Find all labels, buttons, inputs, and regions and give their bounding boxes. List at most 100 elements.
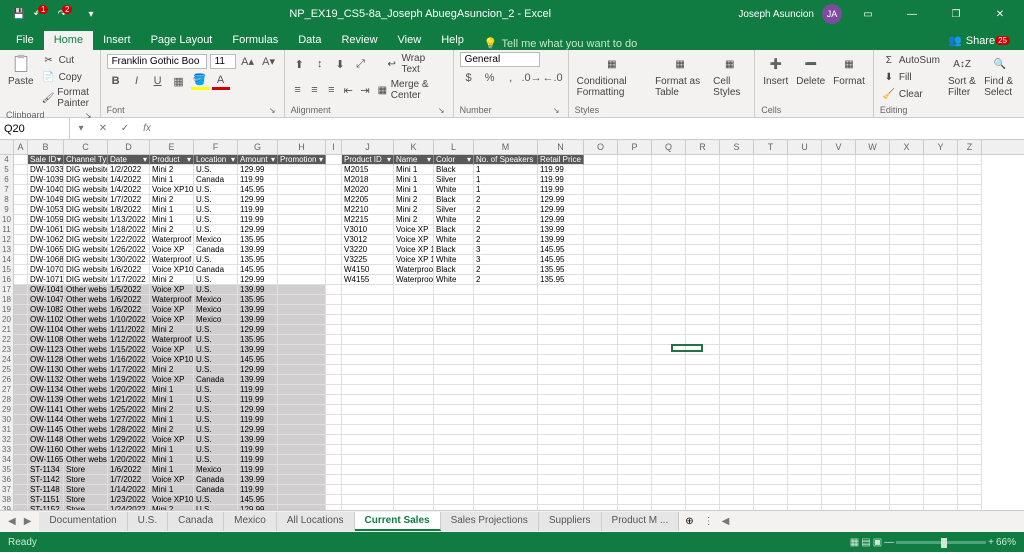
tab-review[interactable]: Review — [331, 31, 387, 50]
cell[interactable] — [474, 405, 538, 415]
cell[interactable] — [434, 465, 474, 475]
row-header[interactable]: 24 — [0, 355, 14, 365]
cell[interactable] — [958, 365, 982, 375]
align-right-icon[interactable]: ≡ — [324, 81, 338, 99]
cell[interactable]: Voice XP — [150, 245, 194, 255]
cell[interactable] — [924, 225, 958, 235]
cell[interactable] — [474, 385, 538, 395]
cell[interactable] — [720, 475, 754, 485]
cell[interactable]: 1/24/2022 — [108, 505, 150, 510]
cell[interactable] — [924, 345, 958, 355]
cell[interactable] — [14, 415, 28, 425]
cell[interactable] — [538, 295, 584, 305]
cell[interactable]: 135.95 — [238, 235, 278, 245]
cell[interactable] — [342, 355, 394, 365]
cell[interactable] — [14, 365, 28, 375]
tab-scroll-hint-icon[interactable]: ◀ — [718, 514, 734, 529]
cell[interactable] — [14, 425, 28, 435]
cell[interactable] — [618, 395, 652, 405]
cell[interactable] — [434, 335, 474, 345]
cell[interactable] — [924, 465, 958, 475]
cell[interactable] — [686, 205, 720, 215]
cell[interactable] — [754, 265, 788, 275]
cell[interactable] — [890, 215, 924, 225]
cell[interactable]: U.S. — [194, 225, 238, 235]
cell[interactable] — [394, 445, 434, 455]
cell[interactable] — [652, 265, 686, 275]
row-header[interactable]: 17 — [0, 285, 14, 295]
cell[interactable] — [342, 415, 394, 425]
cell[interactable]: Silver — [434, 175, 474, 185]
cell[interactable]: DIG website — [64, 175, 108, 185]
cell[interactable] — [278, 295, 326, 305]
cell[interactable]: Voice XP10 — [150, 495, 194, 505]
cell[interactable] — [618, 165, 652, 175]
cell[interactable]: 119.99 — [538, 165, 584, 175]
cell[interactable] — [720, 245, 754, 255]
cell[interactable] — [326, 345, 342, 355]
cell[interactable] — [326, 435, 342, 445]
cell[interactable] — [618, 295, 652, 305]
cell[interactable] — [958, 375, 982, 385]
cell[interactable] — [278, 255, 326, 265]
qat-dropdown-icon[interactable]: ▾ — [80, 3, 102, 25]
cell[interactable] — [924, 425, 958, 435]
cell[interactable]: Color▾ — [434, 155, 474, 165]
cell[interactable] — [856, 455, 890, 465]
cell[interactable] — [584, 415, 618, 425]
cell[interactable]: U.S. — [194, 495, 238, 505]
wrap-text-button[interactable]: ↩Wrap Text — [383, 52, 447, 76]
cell[interactable]: OW-1160 — [28, 445, 64, 455]
cell[interactable] — [890, 505, 924, 510]
cell[interactable] — [720, 375, 754, 385]
cell[interactable] — [278, 235, 326, 245]
cell[interactable] — [890, 155, 924, 165]
cell[interactable] — [958, 395, 982, 405]
cell[interactable]: 1/17/2022 — [108, 365, 150, 375]
sheet-tab[interactable]: All Locations — [277, 512, 355, 531]
cell[interactable]: 1/15/2022 — [108, 345, 150, 355]
cell[interactable] — [822, 415, 856, 425]
conditional-formatting-button[interactable]: ▦Conditional Formatting — [575, 52, 649, 100]
cell[interactable] — [584, 155, 618, 165]
align-bottom-icon[interactable]: ⬇ — [331, 55, 348, 73]
cell[interactable]: 119.99 — [238, 455, 278, 465]
cell[interactable]: DW-1059 — [28, 215, 64, 225]
cell[interactable]: 1/30/2022 — [108, 255, 150, 265]
cell[interactable]: 1/28/2022 — [108, 425, 150, 435]
cell[interactable] — [924, 205, 958, 215]
cell[interactable] — [618, 345, 652, 355]
cell[interactable] — [856, 425, 890, 435]
cell[interactable]: White — [434, 215, 474, 225]
cell[interactable] — [394, 295, 434, 305]
cell[interactable] — [326, 485, 342, 495]
cell[interactable] — [924, 475, 958, 485]
cell[interactable] — [474, 375, 538, 385]
cell[interactable] — [890, 225, 924, 235]
cancel-formula-icon[interactable]: ✕ — [92, 118, 114, 139]
cell[interactable] — [394, 475, 434, 485]
cell[interactable] — [958, 255, 982, 265]
percent-icon[interactable]: % — [481, 69, 499, 87]
tell-me-search[interactable]: 💡Tell me what you want to do — [484, 37, 637, 50]
cell[interactable]: 3 — [474, 255, 538, 265]
cell[interactable] — [822, 485, 856, 495]
cell[interactable] — [618, 175, 652, 185]
cell[interactable] — [584, 395, 618, 405]
cell[interactable] — [434, 305, 474, 315]
cell[interactable]: 119.99 — [538, 185, 584, 195]
cell[interactable] — [720, 505, 754, 510]
cell[interactable] — [754, 255, 788, 265]
cell[interactable] — [720, 335, 754, 345]
cell[interactable] — [278, 475, 326, 485]
cell[interactable] — [890, 295, 924, 305]
cell[interactable] — [856, 335, 890, 345]
row-header[interactable]: 5 — [0, 165, 14, 175]
cell[interactable] — [754, 325, 788, 335]
cell[interactable]: Mini 1 — [150, 485, 194, 495]
cell[interactable] — [686, 475, 720, 485]
cell[interactable]: 135.95 — [238, 335, 278, 345]
cell[interactable]: Mini 2 — [394, 215, 434, 225]
cell[interactable] — [584, 315, 618, 325]
cell[interactable]: OW-1082 — [28, 305, 64, 315]
